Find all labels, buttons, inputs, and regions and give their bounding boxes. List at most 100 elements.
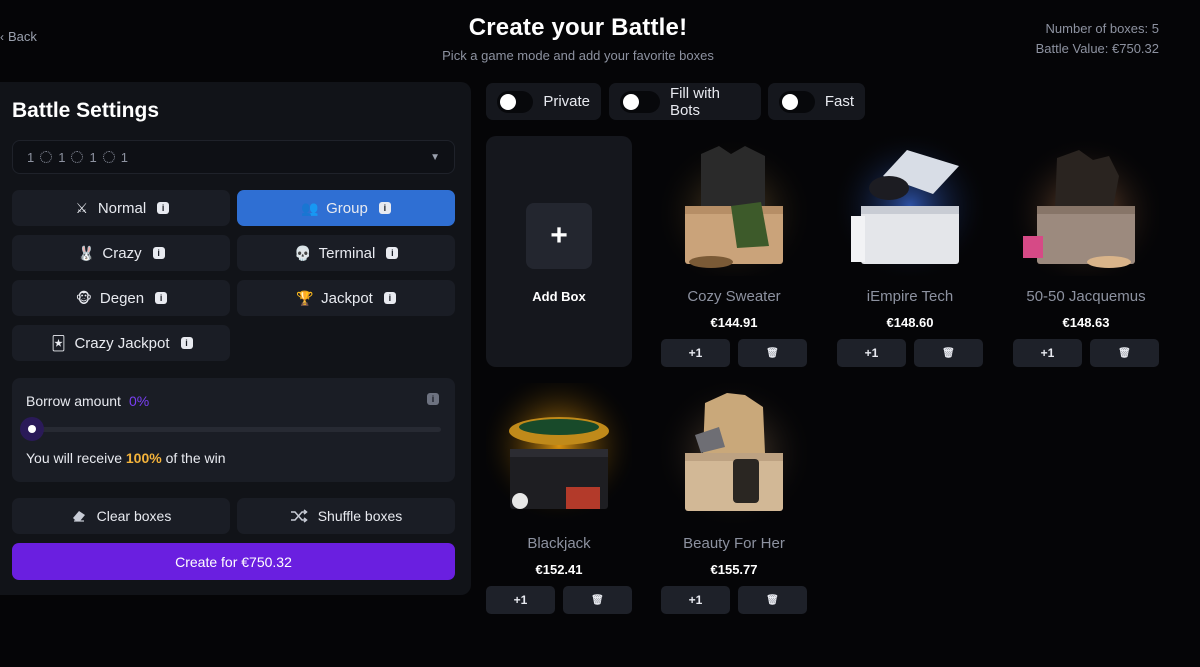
toggle-label: Fast bbox=[824, 93, 854, 110]
toggle-label: Fill with Bots bbox=[669, 84, 720, 119]
mode-crazy-jackpot-button[interactable]: 🃏 Crazy Jackpot i bbox=[12, 325, 230, 361]
mode-group-button[interactable]: 👥 Group i bbox=[237, 190, 455, 226]
mode-label: Jackpot bbox=[321, 289, 373, 307]
box-name: Beauty For Her bbox=[683, 535, 785, 552]
monkey-icon: 🐵 bbox=[75, 289, 92, 306]
box-card-iempire-tech[interactable]: iEmpire Tech €148.60 +1 🗑 bbox=[837, 136, 983, 376]
trash-icon[interactable]: 🗑 bbox=[738, 339, 807, 367]
info-icon[interactable]: i bbox=[157, 202, 170, 214]
box-image bbox=[837, 136, 983, 276]
borrow-percent: 0% bbox=[128, 393, 150, 409]
mode-crazy-button[interactable]: 🐰 Crazy i bbox=[12, 235, 230, 271]
info-icon[interactable]: i bbox=[155, 292, 168, 304]
mode-degen-button[interactable]: 🐵 Degen i bbox=[12, 280, 230, 316]
eraser-icon bbox=[72, 511, 85, 522]
battle-settings-panel: Battle Settings 1 1 1 1 ▼ ⚔ Normal i 👥 G… bbox=[0, 82, 471, 595]
box-card-50-50-jacquemus[interactable]: 50-50 Jacquemus €148.63 +1 🗑 bbox=[1013, 136, 1159, 376]
battle-stats: Number of boxes: 5 Battle Value: €750.32 bbox=[1036, 19, 1159, 59]
info-icon[interactable]: i bbox=[386, 247, 399, 259]
add-one-button[interactable]: +1 bbox=[837, 339, 906, 367]
trash-icon[interactable]: 🗑 bbox=[914, 339, 983, 367]
mode-label: Terminal bbox=[318, 244, 376, 262]
info-icon[interactable]: i bbox=[152, 247, 165, 259]
versus-icon bbox=[71, 151, 84, 163]
plus-icon: + bbox=[526, 203, 592, 269]
box-image bbox=[1013, 136, 1159, 276]
box-name: iEmpire Tech bbox=[866, 288, 954, 305]
receive-suffix: of the win bbox=[165, 450, 226, 466]
mode-terminal-button[interactable]: 💀 Terminal i bbox=[237, 235, 455, 271]
page-title: Create your Battle! bbox=[468, 14, 688, 41]
clear-boxes-button[interactable]: Clear boxes bbox=[12, 498, 230, 534]
toggle-switch[interactable] bbox=[620, 90, 660, 113]
box-price: €152.41 bbox=[535, 562, 583, 577]
shuffle-icon bbox=[290, 509, 308, 523]
create-battle-button[interactable]: Create for €750.32 bbox=[12, 543, 455, 580]
box-image bbox=[661, 136, 807, 276]
page-subtitle: Pick a game mode and add your favorite b… bbox=[442, 48, 714, 63]
trash-icon[interactable]: 🗑 bbox=[738, 586, 807, 614]
trash-icon[interactable]: 🗑 bbox=[1090, 339, 1159, 367]
versus-icon bbox=[40, 151, 53, 163]
box-card-cozy-sweater[interactable]: Cozy Sweater €144.91 +1 🗑 bbox=[661, 136, 807, 376]
add-box-button[interactable]: + Add Box bbox=[486, 136, 632, 367]
team-count: 1 bbox=[27, 149, 35, 165]
settings-title: Battle Settings bbox=[12, 99, 160, 122]
borrow-label: Borrow amount 0% bbox=[26, 393, 149, 409]
toggle-switch[interactable] bbox=[497, 90, 534, 113]
back-link[interactable]: ‹ Back bbox=[0, 29, 37, 44]
box-price: €155.77 bbox=[710, 562, 758, 577]
team-format-select[interactable]: 1 1 1 1 ▼ bbox=[12, 140, 455, 174]
box-card-blackjack[interactable]: Blackjack €152.41 +1 🗑 bbox=[486, 383, 632, 623]
toggle-fill-with-bots[interactable]: Fill with Bots bbox=[609, 83, 761, 120]
info-icon[interactable]: i bbox=[378, 202, 391, 214]
box-name: 50-50 Jacquemus bbox=[1026, 288, 1146, 305]
borrow-label-text: Borrow amount bbox=[26, 393, 121, 409]
borrow-section: Borrow amount 0% i You will receive 100% … bbox=[12, 378, 455, 482]
box-card-beauty-for-her[interactable]: Beauty For Her €155.77 +1 🗑 bbox=[661, 383, 807, 623]
mode-jackpot-button[interactable]: 🏆 Jackpot i bbox=[237, 280, 455, 316]
mode-label: Group bbox=[326, 199, 368, 217]
skull-icon: 💀 bbox=[293, 244, 312, 261]
chevron-left-icon: ‹ bbox=[0, 29, 4, 44]
mode-label: Crazy bbox=[102, 244, 142, 262]
box-name: Cozy Sweater bbox=[687, 288, 781, 305]
trash-icon[interactable]: 🗑 bbox=[563, 586, 632, 614]
box-name: Blackjack bbox=[527, 535, 591, 552]
team-count: 1 bbox=[89, 149, 97, 165]
battle-value: Battle Value: €750.32 bbox=[1035, 41, 1159, 56]
caret-down-icon: ▼ bbox=[430, 151, 440, 163]
toggle-fast[interactable]: Fast bbox=[768, 83, 865, 120]
add-box-label: Add Box bbox=[532, 289, 586, 304]
toggle-switch[interactable] bbox=[779, 90, 815, 113]
mode-label: Degen bbox=[99, 289, 145, 307]
borrow-slider-thumb[interactable] bbox=[20, 417, 44, 441]
jester-icon: 🃏 bbox=[51, 334, 66, 351]
box-image bbox=[661, 383, 807, 523]
trophy-icon: 🏆 bbox=[296, 289, 314, 306]
team-count: 1 bbox=[120, 149, 128, 165]
page-header: Create your Battle! Pick a game mode and… bbox=[360, 14, 796, 63]
shuffle-boxes-label: Shuffle boxes bbox=[317, 508, 403, 524]
add-one-button[interactable]: +1 bbox=[486, 586, 555, 614]
bunny-icon: 🐰 bbox=[77, 244, 96, 261]
info-icon[interactable]: i bbox=[427, 393, 439, 405]
receive-prefix: You will receive bbox=[26, 450, 122, 466]
shuffle-boxes-button[interactable]: Shuffle boxes bbox=[237, 498, 455, 534]
add-one-button[interactable]: +1 bbox=[661, 339, 730, 367]
mode-normal-button[interactable]: ⚔ Normal i bbox=[12, 190, 230, 226]
mode-label: Crazy Jackpot bbox=[74, 334, 170, 352]
versus-icon bbox=[102, 151, 115, 163]
add-one-button[interactable]: +1 bbox=[661, 586, 730, 614]
clear-boxes-label: Clear boxes bbox=[96, 508, 172, 524]
box-price: €144.91 bbox=[710, 315, 758, 330]
add-one-button[interactable]: +1 bbox=[1013, 339, 1082, 367]
borrow-slider-track[interactable] bbox=[30, 427, 441, 432]
box-price: €148.63 bbox=[1062, 315, 1110, 330]
receive-text: You will receive 100% of the win bbox=[26, 450, 226, 466]
box-price: €148.60 bbox=[886, 315, 934, 330]
mode-label: Normal bbox=[97, 199, 147, 217]
toggle-private[interactable]: Private bbox=[486, 83, 601, 120]
info-icon[interactable]: i bbox=[180, 337, 193, 349]
info-icon[interactable]: i bbox=[383, 292, 396, 304]
